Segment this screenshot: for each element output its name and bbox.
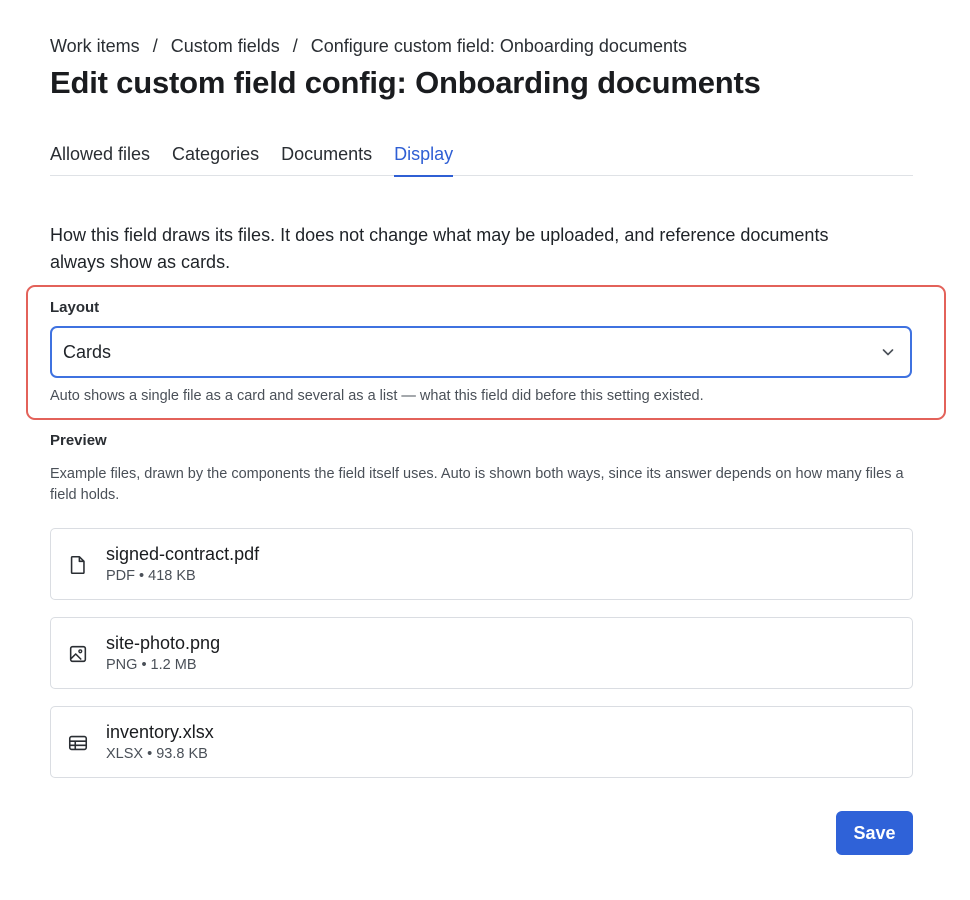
tab-display[interactable]: Display <box>394 143 454 177</box>
file-meta: XLSX • 93.8 KB <box>106 746 208 762</box>
file-name: site-photo.png <box>106 633 221 653</box>
file-name: inventory.xlsx <box>106 722 214 742</box>
spreadsheet-icon <box>68 735 88 751</box>
chevron-down-icon <box>882 349 894 356</box>
file-info: signed-contract.pdf PDF • 418 KB <box>106 543 259 585</box>
file-info: site-photo.png PNG • 1.2 MB <box>106 632 220 674</box>
tab-documents[interactable]: Documents <box>281 143 372 176</box>
breadcrumb-separator: / <box>152 36 158 56</box>
image-icon <box>69 645 87 663</box>
tab-allowed-files[interactable]: Allowed files <box>50 143 150 176</box>
file-name: signed-contract.pdf <box>106 544 260 564</box>
breadcrumb-custom-fields[interactable]: Custom fields <box>171 34 280 58</box>
preview-label: Preview <box>50 432 107 449</box>
save-button[interactable]: Save <box>836 811 913 855</box>
layout-select[interactable]: Cards <box>50 326 912 378</box>
layout-setting-highlight: Layout Cards Auto shows a single file as… <box>26 285 946 420</box>
layout-help-text: Auto shows a single file as a card and s… <box>50 388 704 404</box>
preview-section: Preview Example files, drawn by the comp… <box>50 432 913 506</box>
intro-text: How this field draws its files. It does … <box>50 225 829 272</box>
file-card[interactable]: inventory.xlsx XLSX • 93.8 KB <box>50 706 913 778</box>
layout-label: Layout <box>50 299 100 316</box>
page-title: Edit custom field config: Onboarding doc… <box>50 65 761 100</box>
tab-bar: Allowed files Categories Documents Displ… <box>50 143 913 177</box>
breadcrumb: Work items / Custom fields / Configure c… <box>50 34 913 58</box>
breadcrumb-configure-field[interactable]: Configure custom field: Onboarding docum… <box>311 34 687 58</box>
file-meta: PDF • 418 KB <box>106 568 196 584</box>
file-info: inventory.xlsx XLSX • 93.8 KB <box>106 721 214 763</box>
tab-categories[interactable]: Categories <box>172 143 259 176</box>
file-meta: PNG • 1.2 MB <box>106 657 197 673</box>
file-card[interactable]: site-photo.png PNG • 1.2 MB <box>50 617 913 689</box>
preview-description: Example files, drawn by the components t… <box>50 466 904 503</box>
breadcrumb-work-items[interactable]: Work items <box>50 34 140 58</box>
document-icon <box>70 555 85 575</box>
file-card[interactable]: signed-contract.pdf PDF • 418 KB <box>50 528 913 600</box>
layout-selected-value: Cards <box>63 341 112 362</box>
breadcrumb-separator: / <box>292 36 298 56</box>
